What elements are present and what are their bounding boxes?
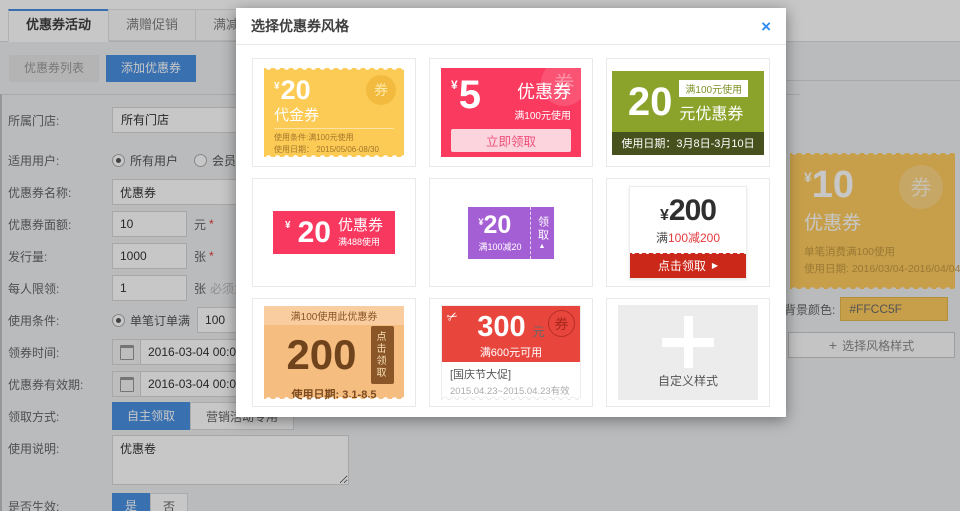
coupon-condition: 使用条件:满100元使用 — [274, 132, 394, 144]
modal-title: 选择优惠券风格 — [251, 16, 761, 36]
plus-icon — [662, 316, 714, 368]
coupon-condition: 满100减20 — [478, 240, 521, 253]
coupon-body: 20 满100元使用 元优惠券 — [612, 71, 764, 132]
coupon-condition: 满100减200 — [630, 229, 746, 246]
coupon-style-modal: 选择优惠券风格 × ¥20 代金券 使用条件:满100元使用 使用日期： 201… — [236, 8, 786, 417]
claim-now-button[interactable]: 立即领取 — [451, 129, 571, 152]
condition-value: 100减200 — [668, 231, 720, 245]
coupon-body: ¥20 满100减20 — [468, 207, 529, 259]
coupon-admin-screen: 优惠券活动 满赠促销 满减促销 优惠券列表 添加优惠券 所属门店: 所有门店 适… — [0, 0, 960, 511]
claim-tab[interactable]: 领取 ▲ — [530, 207, 554, 259]
coupon-pink: 券 ¥ 5 优惠券 满100元使用 立即领取 — [441, 68, 581, 157]
coupon-style-grid: ¥20 代金券 使用条件:满100元使用 使用日期： 2015/05/06-08… — [236, 45, 786, 420]
coupon-right: 优惠券 满488使用 — [338, 217, 383, 247]
coupon-date-bar: 使用日期：3月8日-3月10日 — [612, 132, 764, 155]
custom-style-tile: 自定义样式 — [618, 305, 758, 400]
coupon-body: ¥ 5 优惠券 满100元使用 — [451, 76, 571, 122]
amount-unit: 元 — [533, 325, 545, 339]
coupon-amount: ¥20 — [478, 213, 521, 238]
amount-value: 20 — [628, 82, 673, 122]
coupon-right: 满100元使用 元优惠券 — [679, 80, 748, 124]
coupon-header: 满100使用此优惠券 — [264, 306, 404, 325]
perforation — [441, 395, 581, 400]
coupon-stamp-icon: 券 — [548, 310, 575, 337]
coupon-event: [国庆节大促] — [442, 362, 580, 382]
amount-value: 300 — [477, 311, 525, 343]
style-option-8[interactable]: ✂ 券 300元 满600元可用 [国庆节大促] 2015.04.23~2015… — [429, 298, 593, 407]
currency-symbol: ¥ — [274, 81, 280, 92]
amount-value: 200 — [669, 194, 716, 227]
coupon-amount: ¥200 — [630, 187, 746, 226]
currency-symbol: ¥ — [660, 207, 669, 224]
coupon-red-stub: ✂ 券 300元 满600元可用 [国庆节大促] 2015.04.23~2015… — [441, 305, 581, 400]
coupon-orange: 满100使用此优惠券 200 点击领取 使用日期: 3.1-8.5 — [264, 306, 404, 399]
amount-value: 200 — [272, 334, 371, 376]
perforation — [264, 67, 404, 73]
style-option-4[interactable]: ¥ 20 优惠券 满488使用 — [252, 178, 416, 287]
coupon-stamp-icon: 券 — [366, 75, 396, 105]
style-option-2[interactable]: 券 ¥ 5 优惠券 满100元使用 立即领取 — [429, 58, 593, 167]
amount-value: 20 — [298, 218, 331, 248]
currency-symbol: ¥ — [285, 220, 291, 231]
style-option-6[interactable]: ¥200 满100减200 点击领取 ▶ — [606, 178, 770, 287]
perforation — [630, 252, 746, 256]
coupon-white-card: ¥200 满100减200 点击领取 ▶ — [629, 186, 747, 279]
coupon-badge-purple: ¥20 满100减20 领取 ▲ — [468, 207, 553, 259]
coupon-condition-badge: 满100元使用 — [679, 80, 748, 97]
perforation — [264, 152, 404, 158]
coupon-body: 200 点击领取 — [264, 325, 404, 384]
style-option-7[interactable]: 满100使用此优惠券 200 点击领取 使用日期: 3.1-8.5 — [252, 298, 416, 407]
style-option-1[interactable]: ¥20 代金券 使用条件:满100元使用 使用日期： 2015/05/06-08… — [252, 58, 416, 167]
arrow-right-icon: ▶ — [712, 261, 718, 270]
coupon-yellow-ticket: ¥20 代金券 使用条件:满100元使用 使用日期： 2015/05/06-08… — [264, 68, 404, 157]
custom-style-label: 自定义样式 — [658, 372, 718, 389]
coupon-title: 优惠券 — [338, 217, 383, 234]
close-icon[interactable]: × — [761, 18, 771, 35]
coupon-condition: 满600元可用 — [442, 344, 580, 360]
style-option-3[interactable]: 20 满100元使用 元优惠券 使用日期：3月8日-3月10日 — [606, 58, 770, 167]
coupon-title: 优惠券 — [514, 78, 571, 104]
style-option-5[interactable]: ¥20 满100减20 领取 ▲ — [429, 178, 593, 287]
currency-symbol: ¥ — [451, 78, 458, 92]
coupon-title: 代金券 — [274, 104, 394, 129]
amount-value: 5 — [459, 76, 481, 114]
click-claim-tag[interactable]: 点击领取 — [371, 326, 394, 384]
style-option-custom[interactable]: 自定义样式 — [606, 298, 770, 407]
perforation — [264, 394, 404, 400]
amount-value: 20 — [484, 211, 512, 239]
coupon-green: 20 满100元使用 元优惠券 使用日期：3月8日-3月10日 — [612, 71, 764, 155]
coupon-top: ✂ 券 300元 满600元可用 — [442, 306, 580, 362]
arrow-up-icon: ▲ — [539, 243, 546, 250]
coupon-condition: 满488使用 — [338, 235, 383, 248]
amount-value: 20 — [281, 75, 311, 105]
coupon-title: 元优惠券 — [679, 100, 743, 124]
coupon-right: 优惠券 满100元使用 — [514, 78, 571, 122]
claim-label: 领取 — [537, 216, 548, 242]
condition-prefix: 满 — [656, 231, 668, 245]
coupon-badge-pink: ¥ 20 优惠券 满488使用 — [273, 211, 395, 253]
click-claim-button[interactable]: 点击领取 ▶ — [630, 253, 746, 278]
coupon-condition: 满100元使用 — [514, 107, 571, 122]
click-claim-label: 点击领取 — [658, 257, 706, 274]
modal-header: 选择优惠券风格 × — [236, 8, 786, 45]
